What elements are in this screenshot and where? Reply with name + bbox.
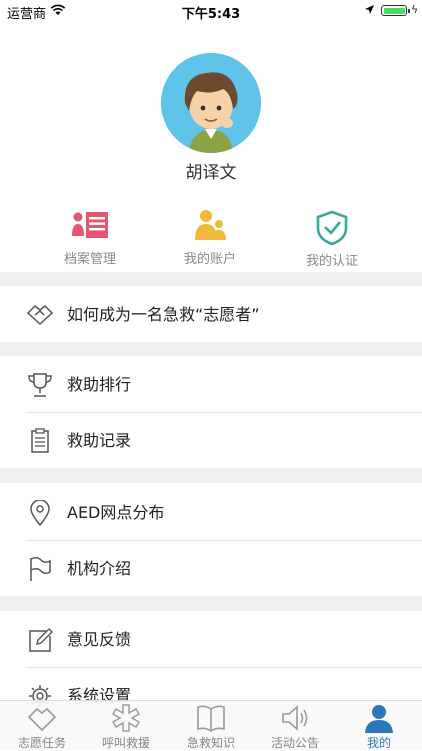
location-pin-icon: [30, 500, 50, 526]
status-bar: 运营商 下午5:43 ϟ: [0, 0, 422, 22]
edit-icon: [29, 628, 53, 652]
location-arrow-icon: [365, 5, 374, 14]
tab-label: 呼叫救援: [101, 736, 150, 750]
trophy-icon: [28, 373, 52, 397]
rescue-icon: [112, 704, 140, 732]
tab-volunteer-task[interactable]: 志愿任务: [0, 701, 84, 751]
menu-label: 救助排行: [67, 375, 132, 394]
section-separator: [0, 342, 422, 356]
menu-label: 救助记录: [67, 431, 132, 450]
user-name: 胡译文: [185, 163, 237, 183]
quick-label: 档案管理: [63, 252, 116, 267]
shield-check-icon: [316, 210, 348, 246]
menu-row-org[interactable]: 机构介绍: [0, 541, 422, 596]
menu-row-feedback[interactable]: 意见反馈: [0, 612, 422, 667]
tab-bar: 志愿任务 呼叫救援 急救知识 活动公告 我的: [0, 700, 422, 750]
clock: 下午5:43: [181, 7, 241, 22]
menu-row-volunteer[interactable]: 如何成为一名急救“志愿者”: [0, 287, 422, 342]
quick-profile-management[interactable]: 档案管理: [35, 208, 145, 267]
user-icon: [365, 705, 393, 733]
tab-label: 活动公告: [270, 736, 319, 750]
charging-icon: ϟ: [411, 3, 419, 16]
menu-label: AED网点分布: [67, 503, 165, 522]
profile-card-icon: [72, 212, 108, 238]
clipboard-icon: [31, 428, 49, 453]
tab-first-aid-knowledge[interactable]: 急救知识: [169, 701, 253, 751]
speaker-icon: [282, 705, 308, 731]
menu-row-ranking[interactable]: 救助排行: [0, 357, 422, 412]
menu-label: 机构介绍: [67, 559, 132, 578]
quick-my-certification[interactable]: 我的认证: [277, 210, 387, 269]
task-icon: [27, 707, 57, 732]
quick-label: 我的账户: [183, 252, 236, 267]
menu-row-records[interactable]: 救助记录: [0, 413, 422, 468]
menu-label: 意见反馈: [67, 630, 132, 649]
tab-label: 志愿任务: [17, 736, 66, 750]
tab-label: 急救知识: [186, 736, 235, 750]
account-icon: [195, 210, 226, 240]
tab-announcements[interactable]: 活动公告: [253, 701, 337, 751]
tab-mine[interactable]: 我的: [337, 701, 421, 751]
section-separator: [0, 467, 422, 483]
quick-label: 我的认证: [305, 254, 358, 269]
avatar[interactable]: [161, 53, 261, 153]
handshake-icon: [26, 304, 54, 326]
tab-label: 我的: [366, 736, 391, 750]
menu-label: 如何成为一名急救“志愿者”: [67, 305, 260, 324]
section-separator: [0, 595, 422, 611]
avatar-illustration-icon: [161, 53, 261, 153]
tab-call-rescue[interactable]: 呼叫救援: [84, 701, 168, 751]
section-separator: [0, 272, 422, 286]
menu-row-aed[interactable]: AED网点分布: [0, 485, 422, 540]
quick-my-account[interactable]: 我的账户: [155, 208, 265, 267]
battery-icon: [381, 5, 410, 16]
flag-icon: [30, 556, 51, 581]
book-icon: [197, 705, 225, 732]
